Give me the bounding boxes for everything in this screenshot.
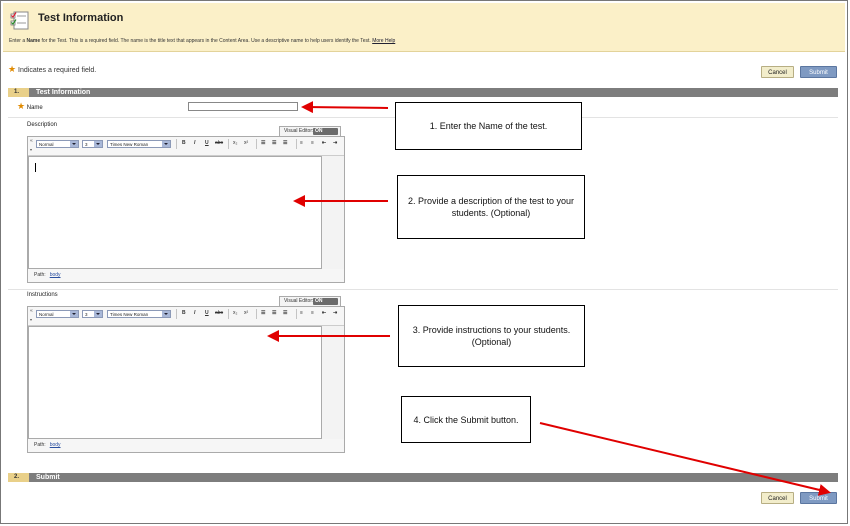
arrow-to-name-input bbox=[301, 101, 389, 114]
annotation-arrows bbox=[267, 101, 831, 496]
arrow-to-submit-button bbox=[539, 422, 831, 496]
